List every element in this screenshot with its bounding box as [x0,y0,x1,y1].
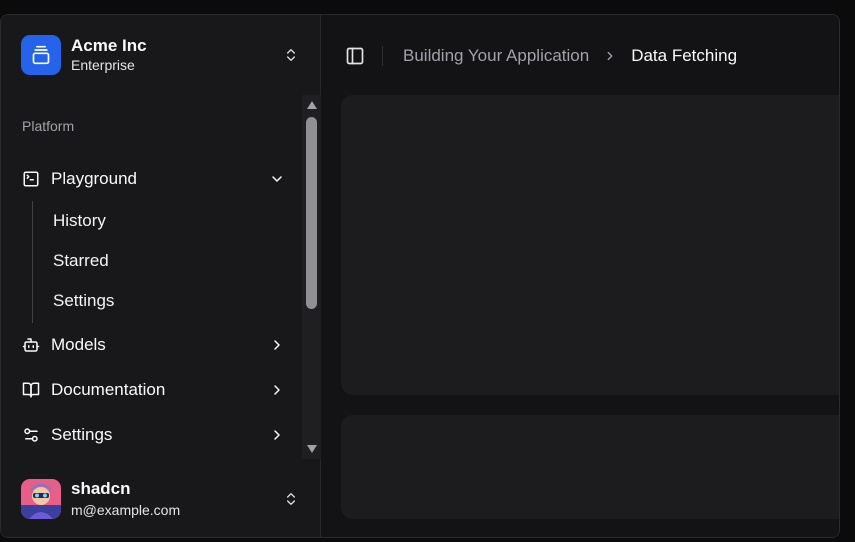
sidebar-nav: Platform Playground History Starred Sett… [1,95,321,459]
book-open-icon [21,380,41,400]
submenu-item-settings[interactable]: Settings [41,284,281,318]
submenu-item-history[interactable]: History [41,204,281,238]
chevron-right-icon [603,49,617,63]
scrollbar-thumb[interactable] [306,117,317,309]
team-switcher[interactable]: Acme Inc Enterprise [13,27,309,83]
sidebar-item-models[interactable]: Models [13,327,293,363]
gallery-stack-icon [32,45,50,65]
team-name: Acme Inc [71,35,147,55]
chevron-down-icon [269,171,285,187]
settings-sliders-icon [21,425,41,445]
submenu-line [32,201,33,323]
sidebar-item-label: Playground [51,169,138,188]
sidebar-item-label: Documentation [51,380,166,399]
breadcrumb-link[interactable]: Building Your Application [403,46,589,66]
user-menu[interactable]: shadcn m@example.com [13,471,309,527]
app-window: Acme Inc Enterprise Platform Playground [0,14,840,538]
top-bar: Building Your Application Data Fetching [321,15,839,97]
content-placeholder-card [341,95,839,395]
terminal-square-icon [21,169,41,189]
breadcrumb: Building Your Application Data Fetching [403,46,737,66]
sidebar-item-label: Models [51,335,106,354]
sidebar-scrollbar[interactable] [302,95,321,459]
team-logo [21,35,61,75]
chevron-right-icon [269,382,285,398]
user-name: shadcn [71,479,131,499]
main-content: Building Your Application Data Fetching [321,15,839,537]
bot-icon [21,335,41,355]
scroll-up-arrow-icon[interactable] [305,99,318,111]
chevron-right-icon [269,337,285,353]
user-email: m@example.com [71,501,181,518]
content-placeholder-card [341,415,839,519]
chevron-right-icon [269,427,285,443]
sidebar-item-settings[interactable]: Settings [13,417,293,453]
chevrons-up-down-icon [281,489,301,509]
scroll-down-arrow-icon[interactable] [305,443,318,455]
divider [382,46,383,66]
team-plan: Enterprise [71,57,135,74]
sidebar-item-label: Settings [51,425,113,444]
sidebar-item-playground[interactable]: Playground [13,161,293,197]
avatar [21,479,61,519]
sidebar-item-documentation[interactable]: Documentation [13,372,293,408]
group-label-platform: Platform [22,118,75,134]
chevrons-up-down-icon [281,45,301,65]
submenu-item-starred[interactable]: Starred [41,244,281,278]
sidebar-toggle-icon[interactable] [343,44,367,68]
sidebar: Acme Inc Enterprise Platform Playground [1,15,321,537]
breadcrumb-current: Data Fetching [631,46,738,65]
